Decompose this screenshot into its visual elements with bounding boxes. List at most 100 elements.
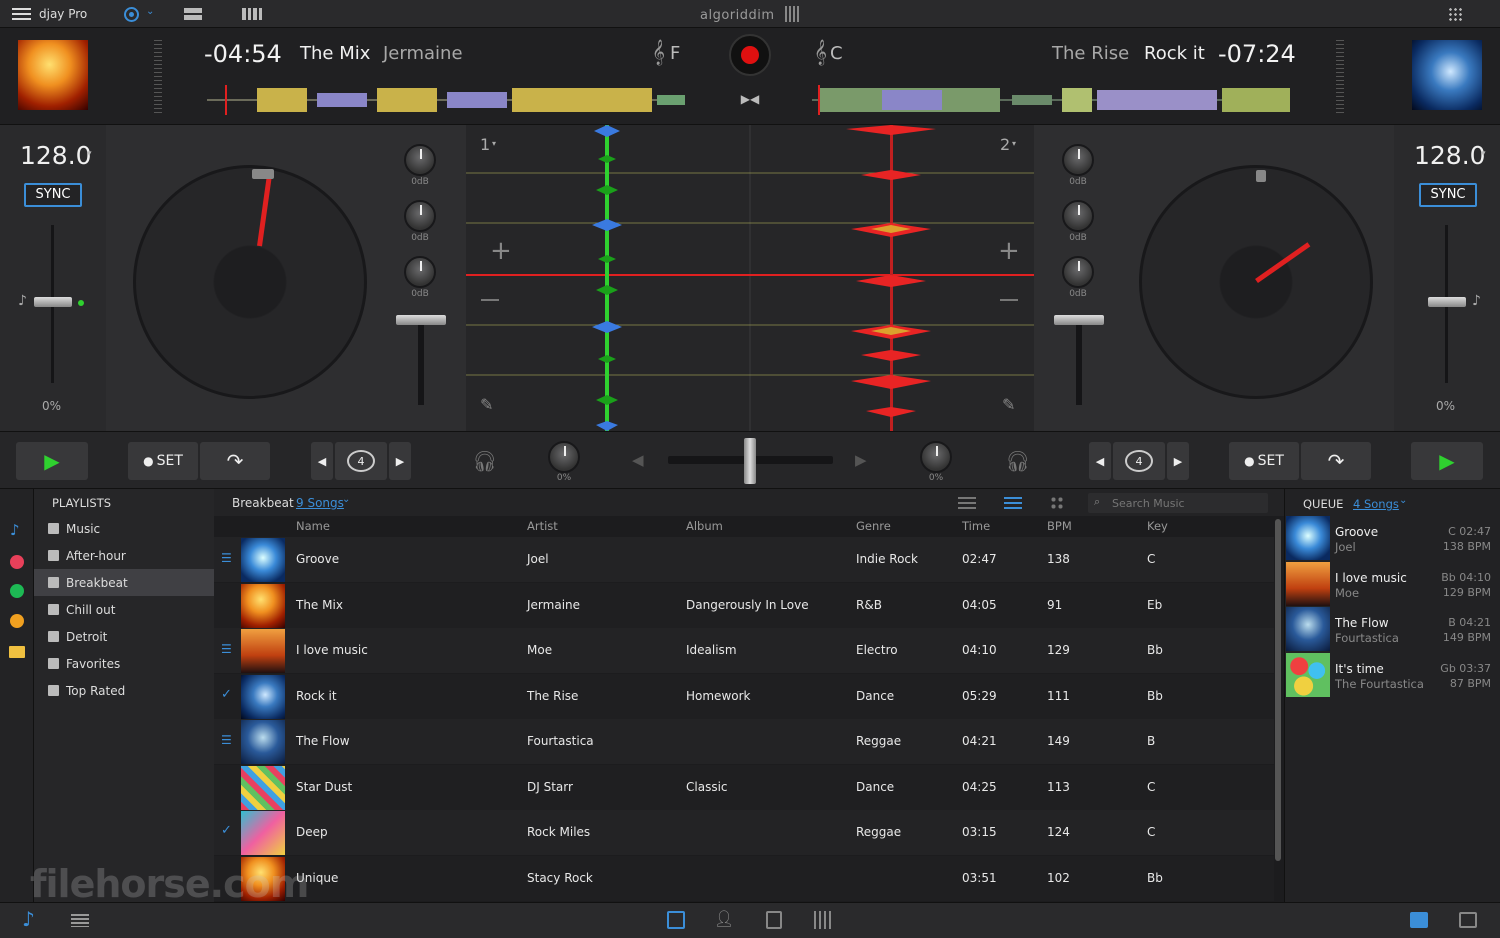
center-waveform-view[interactable]: + + 1 ▾ 2 ▾ ✎ ✎ [466, 125, 1034, 431]
crossfader-left-icon[interactable]: ◀ [632, 451, 644, 469]
left-headphones-icon[interactable]: 🎧︎ [472, 449, 497, 473]
in-queue-icon[interactable]: ☰ [221, 642, 232, 656]
table-row[interactable]: Unique Stacy Rock 03:51 102 Bb [214, 855, 1274, 901]
column-key[interactable]: Key [1147, 519, 1168, 533]
folder-icon[interactable] [9, 646, 25, 658]
column-name[interactable]: Name [296, 519, 330, 533]
playlist-item[interactable]: Detroit [34, 623, 214, 650]
deck-2-number[interactable]: 2 [1000, 135, 1010, 154]
left-bpm-dropdown-icon[interactable]: ▾ [87, 149, 92, 159]
playlist-item[interactable]: Favorites [34, 650, 214, 677]
playlist-item[interactable]: Music [34, 515, 214, 542]
swap-decks-icon[interactable]: ▶◀ [738, 92, 762, 110]
left-loop-prev-button[interactable]: ◀ [311, 442, 333, 480]
right-overview-waveform[interactable] [812, 85, 1290, 115]
left-bpm[interactable]: 128.0 [20, 141, 92, 170]
table-row[interactable]: Star Dust DJ Starr Classic Dance 04:25 113 C [214, 764, 1274, 810]
table-row[interactable]: ✓ Deep Rock Miles Reggae 03:15 124 C [214, 810, 1274, 855]
panel-toggle-icon[interactable] [1459, 912, 1477, 928]
right-skip-button[interactable]: ↷ [1301, 442, 1371, 480]
library-view-icon[interactable] [667, 911, 685, 929]
playlist-queue-icon[interactable] [71, 914, 89, 927]
playlist-item[interactable]: Chill out [34, 596, 214, 623]
right-bpm-dropdown-icon[interactable]: ▾ [1481, 149, 1486, 159]
table-row[interactable]: ☰ The Flow Fourtastica Reggae 04:21 149 B [214, 719, 1274, 764]
column-genre[interactable]: Genre [856, 519, 891, 533]
left-play-button[interactable]: ▶ [16, 442, 88, 480]
left-edit-pencil-icon[interactable]: ✎ [480, 395, 493, 414]
right-pitch-fader[interactable] [1428, 297, 1466, 307]
left-filter-knob[interactable] [548, 441, 580, 473]
song-count-link[interactable]: 9 Songs [296, 496, 344, 510]
playlist-item[interactable]: After-hour [34, 542, 214, 569]
hamburger-menu-icon[interactable] [12, 8, 31, 20]
column-artist[interactable]: Artist [527, 519, 558, 533]
queue-count-chevron-icon[interactable]: ⌄ [1399, 495, 1407, 506]
crossfader-right-icon[interactable]: ▶ [855, 451, 867, 469]
right-loop-next-button[interactable]: ▶ [1167, 442, 1189, 480]
queue-item[interactable]: The Flow Fourtastica B 04:21 149 BPM [1285, 606, 1500, 652]
history-clock-icon[interactable] [10, 614, 24, 628]
left-volume-fader[interactable] [396, 315, 446, 325]
column-bpm[interactable]: BPM [1047, 519, 1072, 533]
table-row[interactable]: ☰ I love music Moe Idealism Electro 04:10 129 B… [214, 628, 1274, 673]
search-input[interactable] [1112, 495, 1262, 511]
left-overview-waveform[interactable] [207, 85, 685, 115]
right-eq-low-knob[interactable] [1062, 256, 1094, 288]
column-album[interactable]: Album [686, 519, 723, 533]
left-loop-button[interactable]: 4 [335, 442, 387, 480]
in-queue-icon[interactable]: ☰ [221, 733, 232, 747]
deck-1-dropdown-icon[interactable]: ▾ [492, 139, 496, 148]
right-headphones-icon[interactable]: 🎧︎ [1005, 449, 1030, 473]
grid-view-icon[interactable] [1050, 496, 1064, 510]
left-loop-next-button[interactable]: ▶ [389, 442, 411, 480]
column-time[interactable]: Time [962, 519, 990, 533]
four-deck-layout-icon[interactable] [242, 8, 262, 20]
deck-2-dropdown-icon[interactable]: ▾ [1012, 139, 1016, 148]
right-volume-fader[interactable] [1054, 315, 1104, 325]
left-skip-button[interactable]: ↷ [200, 442, 270, 480]
playlist-item[interactable]: Top Rated [34, 677, 214, 704]
table-row[interactable]: ☰ Groove Joel Indie Rock 02:47 138 C [214, 537, 1274, 582]
right-turntable-platter[interactable] [1139, 165, 1373, 399]
left-key-icon[interactable]: 𝄞 [652, 40, 665, 65]
mixer-icon[interactable] [814, 911, 832, 929]
right-loop-prev-button[interactable]: ◀ [1089, 442, 1111, 480]
notes-icon[interactable] [766, 911, 782, 929]
two-deck-layout-icon[interactable] [184, 8, 202, 20]
queue-count-link[interactable]: 4 Songs [1353, 497, 1399, 511]
itunes-icon[interactable] [10, 555, 24, 569]
queue-item[interactable]: It's time The Fourtastica Gb 03:37 87 BPM [1285, 652, 1500, 698]
right-cue-set-button[interactable]: ● SET [1229, 442, 1299, 480]
queue-toggle-icon[interactable] [1410, 912, 1428, 928]
record-button[interactable] [729, 34, 771, 76]
song-count-chevron-icon[interactable]: ⌄ [342, 494, 350, 505]
left-deck-artwork[interactable] [18, 40, 88, 110]
right-filter-knob[interactable] [920, 441, 952, 473]
left-pitch-fader[interactable] [34, 297, 72, 307]
music-note-icon[interactable]: ♪ [10, 521, 20, 539]
right-bpm[interactable]: 128.0 [1414, 141, 1486, 170]
crossfader-handle[interactable] [744, 438, 756, 484]
right-edit-pencil-icon[interactable]: ✎ [1002, 395, 1015, 414]
right-play-button[interactable]: ▶ [1411, 442, 1483, 480]
playlist-item[interactable]: Breakbeat [34, 569, 214, 596]
left-eq-mid-knob[interactable] [404, 200, 436, 232]
right-key[interactable]: C [830, 43, 843, 64]
left-eq-high-knob[interactable] [404, 144, 436, 176]
sync-mode-icon[interactable] [124, 7, 139, 22]
left-turntable-platter[interactable] [133, 165, 367, 399]
queue-item[interactable]: I love music Moe Bb 04:10 129 BPM [1285, 561, 1500, 607]
right-loop-button[interactable]: 4 [1113, 442, 1165, 480]
left-key[interactable]: F [670, 43, 680, 64]
right-key-icon[interactable]: 𝄞 [814, 40, 827, 65]
right-eq-high-knob[interactable] [1062, 144, 1094, 176]
in-queue-icon[interactable]: ☰ [221, 551, 232, 565]
table-row[interactable]: ✓ Rock it The Rise Homework Dance 05:29 111 Bb [214, 673, 1274, 719]
right-eq-mid-knob[interactable] [1062, 200, 1094, 232]
left-sync-button[interactable]: SYNC [24, 183, 82, 207]
detail-list-view-icon[interactable] [1004, 497, 1022, 509]
right-sync-button[interactable]: SYNC [1419, 183, 1477, 207]
user-icon[interactable]: 👤︎ [714, 909, 734, 928]
deck-1-number[interactable]: 1 [480, 135, 490, 154]
